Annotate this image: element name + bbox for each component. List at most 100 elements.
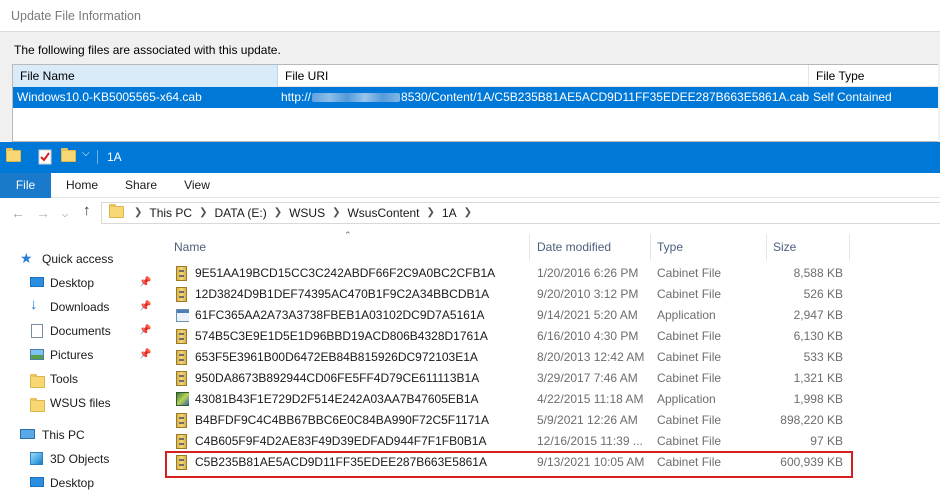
file-row[interactable]: 950DA8673B892944CD06FE5FF4D79CE611113B1A… (168, 368, 850, 389)
3d-objects-icon (30, 452, 43, 465)
address-bar[interactable]: ❯ This PC ❯ DATA (E:) ❯ WSUS ❯ WsusConte… (101, 202, 940, 224)
nav-label: Documents (50, 324, 111, 338)
tab-view[interactable]: View (177, 173, 217, 198)
file-row[interactable]: 9E51AA19BCD15CC3C242ABDF66F2C9A0BC2CFB1A… (168, 263, 850, 284)
breadcrumb-separator-icon[interactable]: ❯ (332, 203, 340, 223)
nav-item-documents[interactable]: Documents 📌 (30, 320, 160, 342)
tab-share[interactable]: Share (118, 173, 164, 198)
properties-icon[interactable] (38, 149, 52, 168)
customize-quick-access-dropdown-icon[interactable]: ⌵ (82, 148, 90, 159)
breadcrumb-data-drive[interactable]: DATA (E:) (214, 203, 266, 223)
file-table: File Name File URI File Type Windows10.0… (12, 64, 938, 142)
file-name: 574B5C3E9E1D5E1D96BBD19ACD806B4328D1761A (195, 329, 488, 343)
file-size: 8,588 KB (793, 266, 843, 280)
file-size: 1,321 KB (793, 371, 843, 385)
file-size: 898,220 KB (780, 413, 843, 427)
nav-item-downloads[interactable]: ↓ Downloads 📌 (30, 296, 160, 318)
breadcrumb-separator-icon[interactable]: ❯ (199, 203, 207, 223)
column-header-date-modified[interactable]: Date modified (531, 234, 651, 260)
dialog-body: The following files are associated with … (0, 32, 940, 142)
breadcrumb-1a[interactable]: 1A (442, 203, 457, 223)
breadcrumb-this-pc[interactable]: This PC (149, 203, 192, 223)
cab-icon (176, 413, 189, 428)
file-row[interactable]: 653F5E3961B00D6472EB84B815926DC972103E1A… (168, 347, 850, 368)
breadcrumb-separator-icon[interactable]: ❯ (464, 203, 472, 223)
cab-icon (176, 350, 189, 365)
breadcrumb-wsus[interactable]: WSUS (289, 203, 325, 223)
nav-item-pictures[interactable]: Pictures 📌 (30, 344, 160, 366)
column-header-file-uri[interactable]: File URI (278, 65, 809, 87)
up-arrow-icon[interactable]: ↑ (83, 203, 91, 219)
nav-label: Downloads (50, 300, 110, 314)
file-name: C4B605F9F4D2AE83F49D39EDFAD944F7F1FB0B1A (195, 434, 487, 448)
dialog-title: Update File Information (11, 9, 141, 23)
installer-icon (176, 392, 189, 407)
cab-icon (176, 434, 189, 449)
file-size: 2,947 KB (793, 308, 843, 322)
file-size: 526 KB (803, 287, 843, 301)
file-row[interactable]: B4BFDF9C4C4BB67BBC6E0C84BA990F72C5F1171A… (168, 410, 850, 431)
pin-icon[interactable]: 📌 (139, 272, 151, 294)
window-title: 1A (107, 150, 122, 164)
file-uri-cell: http:// 8530/Content/1A/C5B235B81AE5ACD9D… (278, 87, 809, 108)
tab-home[interactable]: Home (58, 173, 106, 198)
forward-arrow-icon[interactable]: → (36, 205, 50, 221)
file-type: Cabinet File (657, 329, 722, 343)
file-table-row-selected[interactable]: Windows10.0-KB5005565-x64.cab http:// 853… (13, 87, 938, 108)
nav-item-desktop[interactable]: Desktop 📌 (30, 272, 160, 294)
nav-label: Desktop (50, 476, 95, 490)
file-date-modified: 8/20/2013 12:42 AM (537, 350, 645, 364)
column-header-file-type[interactable]: File Type (809, 65, 939, 87)
file-size: 533 KB (803, 350, 843, 364)
breadcrumb-separator-icon[interactable]: ❯ (274, 203, 282, 223)
file-type: Application (657, 392, 716, 406)
file-name: B4BFDF9C4C4BB67BBC6E0C84BA990F72C5F1171A (195, 413, 489, 427)
new-folder-icon[interactable] (61, 148, 76, 165)
breadcrumb-wsuscontent[interactable]: WsusContent (347, 203, 419, 223)
nav-label: 3D Objects (50, 452, 110, 466)
file-date-modified: 3/29/2017 7:46 AM (537, 371, 638, 385)
file-name: 653F5E3961B00D6472EB84B815926DC972103E1A (195, 350, 478, 364)
column-header-size[interactable]: Size (767, 234, 850, 260)
file-row-highlighted[interactable]: C5B235B81AE5ACD9D11FF35EDEE287B663E5861A… (168, 452, 850, 473)
file-row[interactable]: 43081B43F1E729D2F514E242A03AA7B47605EB1A… (168, 389, 850, 410)
dialog-caption: The following files are associated with … (14, 43, 281, 57)
cab-icon (176, 266, 189, 281)
cab-icon (176, 329, 189, 344)
breadcrumb-separator-icon[interactable]: ❯ (134, 203, 142, 223)
file-name: 43081B43F1E729D2F514E242A03AA7B47605EB1A (195, 392, 479, 406)
back-arrow-icon[interactable]: ← (11, 205, 25, 221)
pin-icon[interactable]: 📌 (139, 296, 151, 318)
download-arrow-icon: ↓ (30, 296, 38, 313)
navigation-bar: ← → ⌵ ↑ ❯ This PC ❯ DATA (E:) ❯ WSUS ❯ W… (0, 198, 940, 229)
file-size: 97 KB (810, 434, 843, 448)
address-folder-icon (109, 204, 124, 221)
file-row[interactable]: 61FC365AA2A73A3738FBEB1A03102DC9D7A5161A… (168, 305, 850, 326)
file-row[interactable]: 574B5C3E9E1D5E1D96BBD19ACD806B4328D1761A… (168, 326, 850, 347)
pin-icon[interactable]: 📌 (139, 344, 151, 366)
recent-locations-chevron-icon[interactable]: ⌵ (62, 207, 68, 223)
pin-icon[interactable]: 📌 (139, 320, 151, 342)
nav-label: Quick access (42, 252, 114, 266)
file-date-modified: 9/14/2021 5:20 AM (537, 308, 638, 322)
file-date-modified: 9/20/2010 3:12 PM (537, 287, 639, 301)
file-name: 950DA8673B892944CD06FE5FF4D79CE611113B1A (195, 371, 480, 385)
column-header-name[interactable]: Name (168, 234, 530, 260)
file-row[interactable]: C4B605F9F4D2AE83F49D39EDFAD944F7F1FB0B1A… (168, 431, 850, 452)
breadcrumb-separator-icon[interactable]: ❯ (427, 203, 435, 223)
file-size: 600,939 KB (780, 455, 843, 469)
tab-file[interactable]: File (0, 173, 51, 198)
star-icon: ★ (20, 250, 33, 266)
file-date-modified: 6/16/2010 4:30 PM (537, 329, 639, 343)
file-name-cell: Windows10.0-KB5005565-x64.cab (17, 90, 202, 104)
column-header-file-name[interactable]: File Name (13, 65, 278, 87)
file-date-modified: 12/16/2015 11:39 ... (537, 434, 643, 448)
title-separator (97, 150, 98, 164)
file-row[interactable]: 12D3824D9B1DEF74395AC470B1F9C2A34BBCDB1A… (168, 284, 850, 305)
column-header-type[interactable]: Type (651, 234, 767, 260)
ribbon-tabs: File Home Share View (0, 173, 940, 198)
file-type: Cabinet File (657, 434, 722, 448)
nav-label: Pictures (50, 348, 94, 362)
nav-label: Tools (50, 372, 79, 386)
update-file-information-dialog: Update File Information The following fi… (0, 0, 940, 142)
